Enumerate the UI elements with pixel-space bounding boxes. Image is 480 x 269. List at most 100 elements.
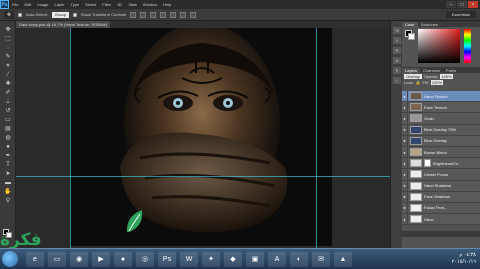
menu-help[interactable]: Help — [160, 2, 174, 7]
menu-window[interactable]: Window — [140, 2, 160, 7]
brush-panel-icon[interactable]: ✎ — [393, 47, 401, 54]
character-panel-icon[interactable]: A — [393, 57, 401, 64]
app-icon[interactable]: ◆ — [224, 252, 242, 267]
clone-stamp-tool-icon[interactable]: ⊥ — [3, 99, 13, 106]
tab-channels[interactable]: Channels — [420, 68, 443, 73]
shape-tool-icon[interactable]: ▬ — [3, 180, 13, 187]
chrome-icon[interactable]: ◎ — [136, 252, 154, 267]
eyedropper-tool-icon[interactable]: ⁄ — [3, 72, 13, 79]
pen-tool-icon[interactable]: ✒ — [3, 153, 13, 160]
layer-row[interactable]: ● Face Shadows — [402, 191, 480, 203]
ie-icon[interactable]: e — [26, 252, 44, 267]
menu-layer[interactable]: Layer — [51, 2, 67, 7]
move-tool-icon[interactable]: ✥ — [3, 27, 13, 34]
auto-select-dropdown[interactable]: Group — [51, 11, 69, 18]
blur-tool-icon[interactable]: ◍ — [3, 135, 13, 142]
app-icon[interactable]: ▲ — [334, 252, 352, 267]
type-tool-icon[interactable]: T — [3, 162, 13, 169]
zoom-tool-icon[interactable]: ⚲ — [3, 198, 13, 205]
eye-icon[interactable]: ● — [402, 135, 408, 147]
acrobat-icon[interactable]: A — [268, 252, 286, 267]
menu-view[interactable]: View — [125, 2, 140, 7]
eye-icon[interactable]: ● — [402, 146, 408, 158]
layer-row[interactable]: ● Blue Overlay 79% — [402, 124, 480, 136]
history-brush-tool-icon[interactable]: ↺ — [3, 108, 13, 115]
tab-color[interactable]: Color — [402, 21, 418, 27]
healing-brush-tool-icon[interactable]: ✚ — [3, 81, 13, 88]
app-icon[interactable]: ✉ — [312, 252, 330, 267]
document-canvas[interactable] — [70, 28, 332, 246]
minimize-icon[interactable]: – — [446, 1, 456, 8]
menu-filter[interactable]: Filter — [99, 2, 114, 7]
eye-icon[interactable]: ● — [402, 202, 408, 214]
align-center-icon[interactable] — [170, 11, 177, 18]
app-icon[interactable]: ▣ — [246, 252, 264, 267]
menu-edit[interactable]: Edit — [21, 2, 34, 7]
eye-icon[interactable]: ● — [402, 157, 408, 169]
properties-panel-icon[interactable]: ≡ — [393, 37, 401, 44]
word-icon[interactable]: W — [180, 252, 198, 267]
layer-row[interactable]: ● Face Texture — [402, 101, 480, 114]
menu-image[interactable]: Image — [34, 2, 51, 7]
app-icon[interactable]: ◐ — [290, 252, 308, 267]
eye-icon[interactable]: ● — [402, 168, 408, 180]
start-button[interactable] — [2, 251, 18, 267]
eye-icon[interactable]: ● — [402, 91, 408, 102]
eye-icon[interactable]: ● — [402, 191, 408, 203]
3d-mode-icon[interactable] — [190, 11, 197, 18]
media-player-icon[interactable]: ▶ — [92, 252, 110, 267]
hue-slider[interactable] — [464, 29, 471, 63]
eraser-tool-icon[interactable]: ▭ — [3, 117, 13, 124]
brush-tool-icon[interactable]: ✐ — [3, 90, 13, 97]
canvas-area[interactable] — [16, 28, 390, 248]
eye-icon[interactable]: ● — [402, 213, 408, 225]
close-icon[interactable]: × — [468, 1, 478, 8]
align-right-icon[interactable] — [180, 11, 187, 18]
guide-horizontal[interactable] — [16, 176, 390, 177]
layer-row[interactable]: ● Facial Feat... — [402, 202, 480, 215]
path-select-tool-icon[interactable]: ➤ — [3, 171, 13, 178]
menu-3d[interactable]: 3D — [114, 2, 125, 7]
info-panel-icon[interactable]: i — [393, 77, 401, 84]
auto-select-checkbox[interactable] — [18, 12, 22, 17]
fill-field[interactable]: 100% — [430, 80, 444, 85]
background-color-swatch[interactable] — [408, 33, 415, 40]
layer-row[interactable]: ● Brown Blend — [402, 146, 480, 159]
align-bottom-icon[interactable] — [150, 11, 157, 18]
history-panel-icon[interactable]: ⟲ — [393, 27, 401, 34]
guide-vertical[interactable] — [70, 28, 71, 248]
align-top-icon[interactable] — [130, 11, 137, 18]
guide-vertical[interactable] — [316, 28, 317, 248]
paragraph-panel-icon[interactable]: ¶ — [393, 67, 401, 74]
align-middle-icon[interactable] — [140, 11, 147, 18]
tab-paths[interactable]: Paths — [443, 68, 459, 73]
color-spectrum[interactable] — [418, 29, 460, 63]
lasso-tool-icon[interactable]: ◌ — [3, 45, 13, 52]
eye-icon[interactable]: ● — [402, 112, 408, 124]
recorder-icon[interactable]: ● — [114, 252, 132, 267]
layer-row[interactable]: ● Hand — [402, 213, 480, 226]
system-tray-clock[interactable]: ٠٤:٣٨ م ٢٠١٥/١٠/١٦ — [452, 252, 476, 266]
tab-swatches[interactable]: Swatches — [418, 22, 441, 27]
menu-type[interactable]: Type — [68, 2, 83, 7]
marquee-tool-icon[interactable]: ⬚ — [3, 36, 13, 43]
menu-file[interactable]: File — [9, 2, 21, 7]
firefox-icon[interactable]: ◉ — [70, 252, 88, 267]
app-icon[interactable]: ✦ — [202, 252, 220, 267]
eye-icon[interactable]: ● — [402, 124, 408, 136]
layer-row[interactable]: ● Hand Texture — [402, 91, 480, 103]
layer-row[interactable]: ● Center Focus — [402, 168, 480, 181]
layer-row[interactable]: ● Blue Overlay — [402, 135, 480, 147]
lock-icon[interactable]: 🔒 — [416, 80, 421, 85]
folder-icon[interactable]: ▭ — [48, 252, 66, 267]
align-left-icon[interactable] — [160, 11, 167, 18]
eye-icon[interactable]: ● — [402, 180, 408, 192]
opacity-field[interactable]: 100% — [440, 74, 453, 79]
crop-tool-icon[interactable]: ⌗ — [3, 63, 13, 70]
gradient-tool-icon[interactable]: ▤ — [3, 126, 13, 133]
transform-controls-checkbox[interactable] — [72, 12, 77, 17]
dodge-tool-icon[interactable]: ● — [3, 144, 13, 151]
quick-select-tool-icon[interactable]: ✎ — [3, 54, 13, 61]
photoshop-icon[interactable]: Ps — [158, 252, 176, 267]
blend-mode-dropdown[interactable]: Overlay — [404, 74, 422, 79]
